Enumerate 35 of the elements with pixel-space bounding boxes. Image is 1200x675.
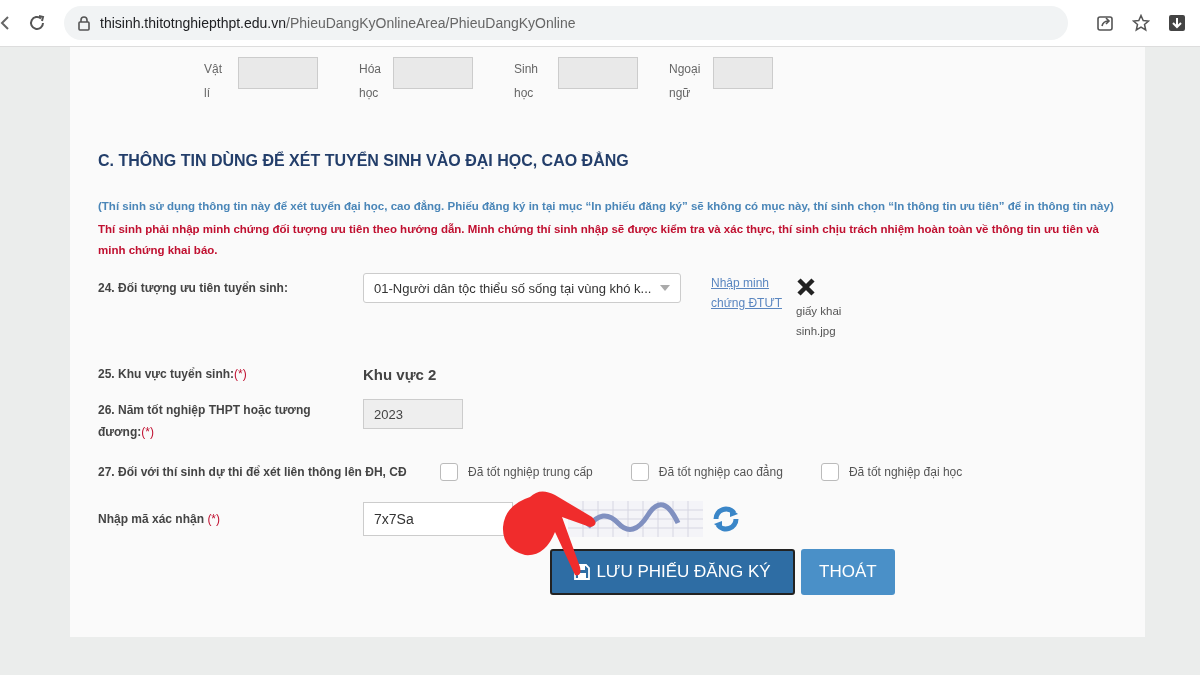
checkbox-label[interactable]: Đã tốt nghiệp trung cấp: [468, 465, 593, 479]
field-label: 26. Năm tốt nghiệp THPT hoặc tương đương:(*): [98, 402, 312, 441]
download-icon[interactable]: [1168, 14, 1186, 32]
back-icon[interactable]: [0, 15, 10, 31]
captcha-field[interactable]: 7x7Sa: [363, 502, 513, 536]
section-title: C. THÔNG TIN DÙNG ĐỂ XÉT TUYỂN SINH VÀO ĐẠI HỌC, CAO ĐẲNG: [98, 152, 630, 170]
caret-icon: [660, 285, 670, 291]
field-label: Nhập mã xác nhận (*): [98, 511, 222, 528]
region-value: Khu vực 2: [363, 365, 437, 383]
subject-label: Ngoại ngữ: [669, 61, 699, 102]
field-label: 27. Đối với thí sinh dự thi để xét liên thông lên ĐH, CĐ: [98, 465, 408, 479]
checkbox[interactable]: [820, 463, 839, 481]
checkbox[interactable]: [440, 463, 458, 481]
save-button[interactable]: LƯU PHIẾU ĐĂNG KÝ: [550, 549, 795, 595]
refresh-icon[interactable]: [711, 505, 741, 533]
field-label: 25. Khu vực tuyển sinh:(*): [98, 366, 248, 383]
warning-text: Thí sinh phải nhập minh chứng đối tượng ưu tiên theo hướng dẫn. Minh chứng thí sinh nhập sẽ được kiểm tra và xác thực, thí sinh chịu trách nhiệm hoàn toàn về thông tin ưu tiên và minh chứng khai báo.: [98, 222, 1100, 258]
checkbox-label[interactable]: Đã tốt nghiệp đại học: [848, 465, 963, 479]
checkbox-label[interactable]: Đã tốt nghiệp cao đẳng: [658, 465, 783, 479]
checkbox[interactable]: [630, 463, 649, 481]
lock-icon: [78, 15, 90, 31]
subject-label: Hóa học: [359, 61, 379, 102]
priority-dropdown[interactable]: 01-Người dân tộc thiểu số sống tại vùng khó k...: [363, 273, 681, 303]
subject-label: Sinh học: [514, 61, 540, 102]
share-icon[interactable]: [1096, 14, 1114, 32]
evidence-link[interactable]: Nhập minh chứng ĐTƯT: [711, 273, 786, 363]
info-note: (Thí sinh sử dụng thông tin này để xét tuyển đại học, cao đẳng. Phiếu đăng ký in tại mục “In phiếu đăng ký” sẽ không có mục này, thí sinh chọn “In thông tin ưu tiên” để in thông tin này): [98, 199, 1115, 215]
close-icon[interactable]: [796, 277, 816, 297]
field-label: 24. Đối tượng ưu tiên tuyển sinh:: [98, 280, 289, 297]
address-bar[interactable]: thisinh.thitotnghiepthpt.edu.vn/PhieuDangKyOnlineArea/PhieuDangKyOnline: [64, 6, 1068, 40]
subject-label: Vật lí: [204, 61, 223, 102]
file-name: giấy khai sinh.jpg: [796, 304, 843, 339]
reload-icon[interactable]: [28, 14, 46, 32]
url-text: thisinh.thitotnghiepthpt.edu.vn/PhieuDangKyOnlineArea/PhieuDangKyOnline: [100, 15, 576, 31]
star-icon[interactable]: [1132, 14, 1150, 32]
